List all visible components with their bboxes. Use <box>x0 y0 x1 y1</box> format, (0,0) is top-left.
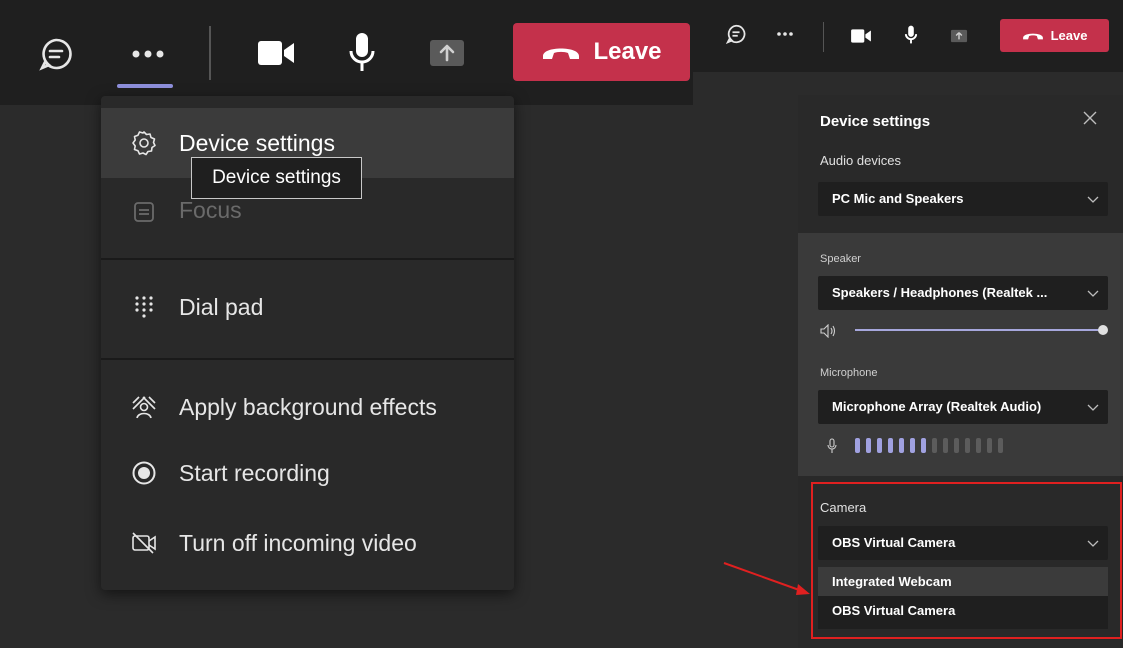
share-screen-icon[interactable] <box>428 36 466 70</box>
audio-device-details: Speaker Speakers / Headphones (Realtek .… <box>798 233 1123 476</box>
menu-item-label: Device settings <box>179 130 335 156</box>
speaker-label: Speaker <box>820 253 861 265</box>
dial-pad-icon <box>131 294 157 320</box>
microphone-dropdown[interactable]: Microphone Array (Realtek Audio) <box>818 390 1108 424</box>
panel-title: Device settings <box>820 113 931 130</box>
device-settings-panel: Device settings Audio devices PC Mic and… <box>798 95 1123 648</box>
option-label: OBS Virtual Camera <box>832 603 956 618</box>
dropdown-value: PC Mic and Speakers <box>832 191 964 206</box>
camera-option-obs-virtual-camera[interactable]: OBS Virtual Camera <box>818 596 1108 625</box>
audio-devices-label: Audio devices <box>820 153 901 168</box>
background-effects-icon <box>131 394 157 420</box>
video-off-icon <box>131 530 157 556</box>
leave-label: Leave <box>593 38 662 65</box>
chevron-down-icon <box>1087 404 1099 411</box>
dropdown-value: OBS Virtual Camera <box>832 535 956 550</box>
level-bar <box>998 438 1003 453</box>
toolbar-divider <box>823 22 824 52</box>
microphone-level-meter <box>855 438 1003 453</box>
option-label: Integrated Webcam <box>832 574 952 589</box>
level-bar <box>932 438 937 453</box>
record-icon <box>131 460 157 486</box>
microphone-icon[interactable] <box>342 30 382 76</box>
level-bar <box>855 438 860 453</box>
toolbar-divider <box>209 26 211 80</box>
chat-icon[interactable] <box>36 34 76 74</box>
microphone-icon <box>826 438 838 454</box>
menu-item-background-effects[interactable]: Apply background effects <box>101 384 514 430</box>
chevron-down-icon <box>1087 196 1099 203</box>
meeting-view: Leave Device settings Audio devices PC M… <box>693 0 1123 648</box>
share-screen-icon[interactable] <box>949 26 969 46</box>
microphone-icon[interactable] <box>901 22 921 48</box>
menu-divider <box>101 358 514 360</box>
menu-item-label: Dial pad <box>179 294 264 320</box>
gear-icon <box>131 130 157 156</box>
level-bar <box>866 438 871 453</box>
hang-up-icon <box>543 48 580 59</box>
leave-label: Leave <box>1050 28 1088 43</box>
camera-option-integrated-webcam[interactable]: Integrated Webcam <box>818 567 1108 596</box>
menu-item-label: Focus <box>179 197 242 223</box>
zoomed-meeting-view: Leave Device settings Focus Dial pad App… <box>0 0 693 648</box>
menu-item-turn-off-incoming-video[interactable]: Turn off incoming video <box>101 520 514 566</box>
level-bar <box>888 438 893 453</box>
camera-icon[interactable] <box>252 33 300 73</box>
meeting-toolbar: Leave <box>0 0 693 105</box>
level-bar <box>987 438 992 453</box>
more-actions-icon[interactable] <box>120 34 176 74</box>
menu-item-start-recording[interactable]: Start recording <box>101 450 514 496</box>
menu-divider <box>101 258 514 260</box>
close-icon[interactable] <box>1083 111 1101 129</box>
dropdown-value: Microphone Array (Realtek Audio) <box>832 399 1042 414</box>
menu-item-dial-pad[interactable]: Dial pad <box>101 284 514 330</box>
level-bar <box>965 438 970 453</box>
focus-icon <box>131 199 157 225</box>
chevron-down-icon <box>1087 290 1099 297</box>
level-bar <box>921 438 926 453</box>
level-bar <box>877 438 882 453</box>
meeting-toolbar: Leave <box>693 0 1123 72</box>
hang-up-icon <box>1022 33 1043 40</box>
more-actions-icon[interactable] <box>773 24 797 44</box>
volume-slider-thumb[interactable] <box>1098 325 1108 335</box>
level-bar <box>899 438 904 453</box>
chat-icon[interactable] <box>725 23 747 45</box>
volume-slider-track[interactable] <box>855 329 1105 331</box>
camera-icon[interactable] <box>848 25 874 47</box>
chevron-down-icon <box>1087 540 1099 547</box>
camera-options-list: Integrated Webcam OBS Virtual Camera <box>818 567 1108 629</box>
audio-devices-dropdown[interactable]: PC Mic and Speakers <box>818 182 1108 216</box>
level-bar <box>954 438 959 453</box>
menu-item-label: Turn off incoming video <box>179 530 417 556</box>
dropdown-value: Speakers / Headphones (Realtek ... <box>832 285 1048 300</box>
camera-label: Camera <box>820 500 867 515</box>
level-bar <box>943 438 948 453</box>
speaker-dropdown[interactable]: Speakers / Headphones (Realtek ... <box>818 276 1108 310</box>
tooltip: Device settings <box>191 157 362 199</box>
camera-dropdown[interactable]: OBS Virtual Camera <box>818 526 1108 560</box>
level-bar <box>910 438 915 453</box>
leave-button[interactable]: Leave <box>1000 19 1109 52</box>
menu-item-label: Start recording <box>179 460 330 486</box>
active-indicator <box>117 84 173 88</box>
microphone-label: Microphone <box>820 367 878 379</box>
level-bar <box>976 438 981 453</box>
leave-button[interactable]: Leave <box>513 23 690 81</box>
menu-item-label: Apply background effects <box>179 394 437 420</box>
speaker-volume-icon <box>820 323 838 339</box>
